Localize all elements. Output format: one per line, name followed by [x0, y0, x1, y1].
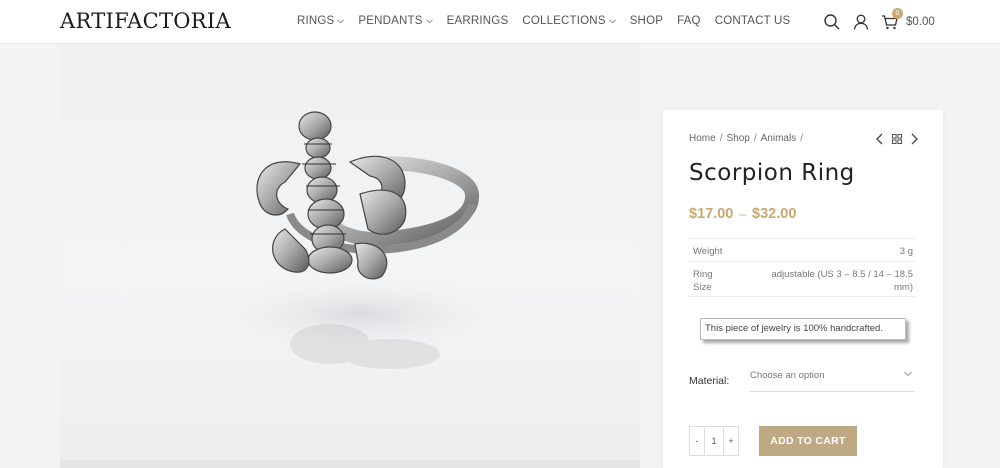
quantity-increase-button[interactable]: +	[724, 427, 738, 455]
breadcrumb-shop[interactable]: Shop	[726, 133, 749, 144]
cart-total[interactable]: $0.00	[906, 16, 935, 28]
product-image[interactable]	[60, 44, 640, 468]
attribute-row: Ring Size adjustable (US 3 – 8.5 / 14 – …	[689, 261, 915, 297]
product-navigation	[875, 133, 919, 145]
previous-product-icon[interactable]	[875, 133, 885, 145]
attribute-value: 3 g	[899, 246, 913, 257]
user-icon[interactable]	[852, 13, 870, 31]
material-select[interactable]: Choose an option	[749, 366, 915, 392]
nav-shop[interactable]: SHOP	[630, 15, 663, 27]
chevron-down-icon	[904, 371, 912, 377]
search-icon[interactable]	[823, 13, 841, 31]
nav-rings[interactable]: RINGS	[297, 15, 345, 27]
breadcrumb-animals[interactable]: Animals	[761, 133, 797, 144]
nav-faq-label: FAQ	[677, 15, 701, 27]
add-to-cart-button[interactable]: ADD TO CART	[759, 426, 857, 456]
chevron-down-icon	[425, 18, 433, 23]
breadcrumb-home[interactable]: Home	[689, 133, 716, 144]
breadcrumb-separator: /	[719, 133, 723, 144]
material-select-value: Choose an option	[750, 370, 825, 381]
nav-contact-us[interactable]: CONTACT US	[715, 15, 791, 27]
product-attributes: Weight 3 g Ring Size adjustable (US 3 – …	[689, 238, 915, 297]
attribute-label: Weight	[693, 246, 723, 257]
attribute-label: Ring Size	[693, 269, 713, 293]
gallery-thumbnail-strip	[60, 460, 640, 468]
attribute-value: adjustable (US 3 – 8.5 / 14 – 18.5 mm)	[771, 269, 913, 293]
nav-earrings[interactable]: EARRINGS	[447, 15, 509, 27]
main-nav: RINGS PENDANTS EARRINGS COLLECTIONS SHOP…	[297, 15, 804, 27]
handcrafted-note: This piece of jewelry is 100% handcrafte…	[700, 318, 906, 340]
site-logo[interactable]: ARTIFACTORIA	[60, 9, 231, 33]
site-header: ARTIFACTORIA RINGS PENDANTS EARRINGS COL…	[0, 0, 1000, 44]
breadcrumb-separator: /	[800, 133, 803, 144]
price-max: $32.00	[752, 206, 797, 222]
header-actions: 0 $0.00	[823, 8, 935, 31]
nav-contact-us-label: CONTACT US	[714, 15, 791, 27]
next-product-icon[interactable]	[909, 133, 919, 145]
nav-pendants-label: PENDANTS	[358, 15, 423, 27]
quantity-stepper: - 1 +	[689, 426, 739, 456]
nav-rings-label: RINGS	[297, 15, 335, 27]
cart-icon[interactable]: 0	[881, 8, 903, 31]
cart-count-badge: 0	[892, 8, 903, 19]
price-min: $17.00	[689, 206, 734, 222]
breadcrumb: Home / Shop / Animals /	[689, 133, 803, 144]
quantity-decrease-button[interactable]: -	[690, 427, 704, 455]
grid-icon[interactable]	[892, 133, 902, 145]
scorpion-ring-image	[210, 111, 510, 369]
chevron-down-icon	[608, 18, 616, 23]
nav-shop-label: SHOP	[629, 15, 664, 27]
material-label: Material:	[689, 375, 730, 387]
price-separator: –	[739, 207, 747, 221]
nav-earrings-label: EARRINGS	[446, 15, 509, 27]
nav-pendants[interactable]: PENDANTS	[358, 15, 433, 27]
product-title: Scorpion Ring	[689, 160, 855, 186]
nav-faq[interactable]: FAQ	[677, 15, 701, 27]
attribute-row: Weight 3 g	[689, 238, 915, 261]
quantity-input[interactable]: 1	[704, 427, 724, 455]
nav-collections[interactable]: COLLECTIONS	[522, 15, 616, 27]
chevron-down-icon	[337, 18, 345, 23]
breadcrumb-separator: /	[753, 133, 757, 144]
nav-collections-label: COLLECTIONS	[522, 15, 606, 27]
product-price: $17.00 – $32.00	[689, 206, 796, 222]
product-summary: Home / Shop / Animals / Scorpion Ring $1…	[663, 110, 943, 468]
